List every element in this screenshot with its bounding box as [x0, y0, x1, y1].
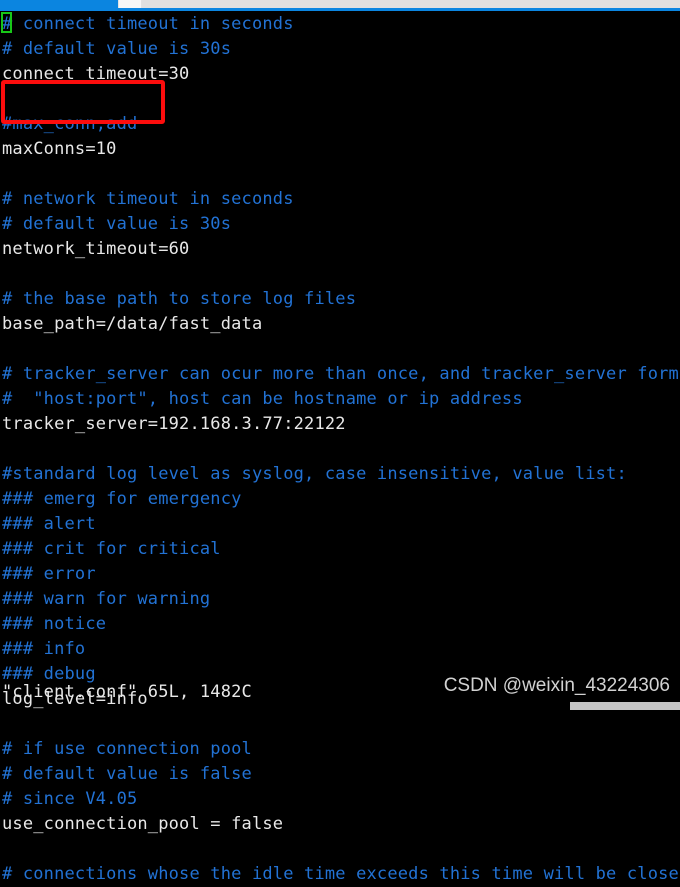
terminal-window[interactable]: # connect timeout in seconds # default va…	[0, 11, 680, 884]
editor-line-26: ### info	[2, 639, 86, 659]
editor-line-12: # the base path to store log files	[2, 289, 357, 309]
editor-line-30: # if use connection pool	[2, 739, 252, 759]
editor-line-31: # default value is false	[2, 764, 252, 784]
editor-line-35: # connections whose the idle time exceed…	[2, 864, 680, 884]
progress-bar-track	[142, 0, 680, 8]
horizontal-scrollbar[interactable]	[570, 702, 680, 710]
browser-progress-bar	[0, 0, 680, 11]
editor-line-19: #standard log level as syslog, case inse…	[2, 464, 627, 484]
csdn-watermark: CSDN @weixin_43224306	[443, 675, 670, 696]
editor-line-25: ### notice	[2, 614, 107, 634]
editor-line-17: tracker_server=192.168.3.77:22122	[2, 414, 346, 434]
editor-line-22: ### crit for critical	[2, 539, 221, 559]
editor-line-9: # default value is 30s	[2, 214, 232, 234]
editor-line-21: ### alert	[2, 514, 96, 534]
editor-line-1: # connect timeout in seconds	[2, 14, 294, 34]
editor-line-24: ### warn for warning	[2, 589, 211, 609]
editor-line-8: # network timeout in seconds	[2, 189, 294, 209]
vim-status-line: "client.conf" 65L, 1482C	[2, 682, 252, 702]
editor-line-2: # default value is 30s	[2, 39, 232, 59]
editor-line-10: network_timeout=60	[2, 239, 190, 259]
progress-bar-gap	[119, 0, 141, 8]
editor-line-23: ### error	[2, 564, 96, 584]
editor-line-6: maxConns=10	[2, 139, 117, 159]
editor-line-20: ### emerg for emergency	[2, 489, 242, 509]
editor-line-3: connect_timeout=30	[2, 64, 190, 84]
editor-line-15: # tracker_server can ocur more than once…	[2, 364, 680, 384]
editor-line-13: base_path=/data/fast_data	[2, 314, 263, 334]
editor-line-32: # since V4.05	[2, 789, 138, 809]
editor-line-33: use_connection_pool = false	[2, 814, 284, 834]
editor-line-5: #max_conn,add	[2, 114, 138, 134]
editor-line-16: # "host:port", host can be hostname or i…	[2, 389, 523, 409]
progress-bar-fill	[0, 0, 118, 8]
